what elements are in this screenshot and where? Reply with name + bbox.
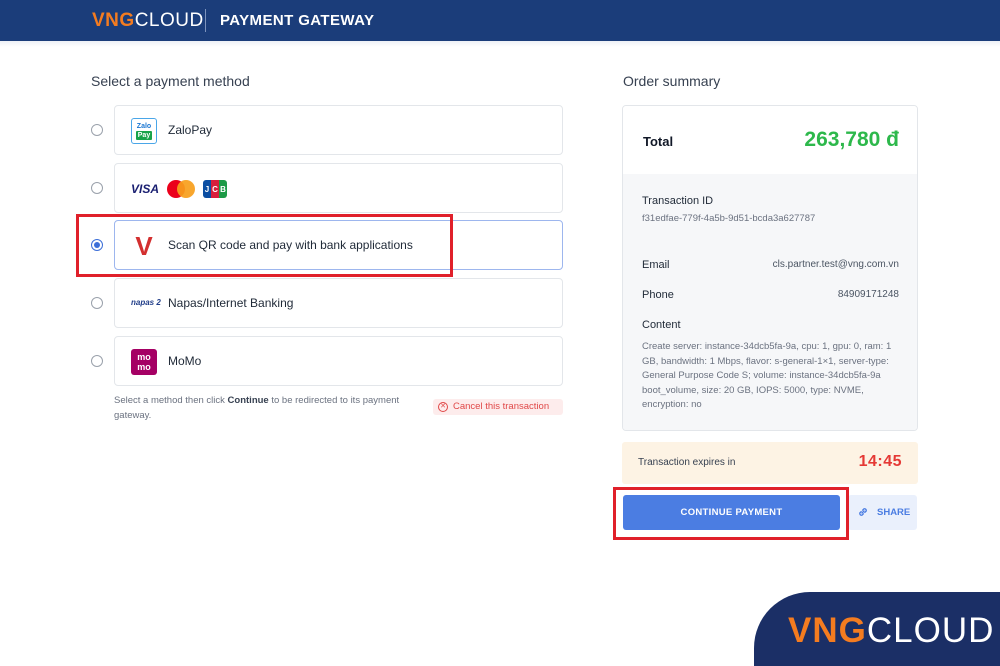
share-button[interactable]: SHARE: [848, 495, 917, 530]
vng-cloud-watermark: VNGCLOUD: [754, 592, 1000, 666]
payment-method-zalopay[interactable]: Zalo Pay ZaloPay: [114, 105, 563, 155]
jcb-logo-icon: J C B: [203, 180, 228, 198]
annotation-box-qr-method: [76, 214, 453, 277]
expiry-countdown: 14:45: [858, 453, 902, 470]
header-shadow: [0, 41, 1000, 47]
total-row: Total 263,780 đ: [623, 106, 917, 174]
expiry-label: Transaction expires in: [638, 457, 736, 468]
payment-method-cards[interactable]: VISA J C B: [114, 163, 563, 213]
total-value: 263,780 đ: [804, 128, 899, 151]
email-label: Email: [642, 259, 670, 271]
phone-value: 84909171248: [837, 289, 899, 300]
momo-logo-icon: mo mo: [131, 349, 157, 375]
email-value: cls.partner.test@vng.com.vn: [772, 259, 899, 270]
method-label: Napas/Internet Banking: [168, 296, 294, 310]
method-label: ZaloPay: [168, 123, 213, 137]
link-icon: [859, 508, 867, 516]
content-value: Create server: instance-34dcb5fa-9a, cpu…: [642, 341, 892, 410]
cancel-transaction-button[interactable]: ✕ Cancel this transaction: [433, 399, 563, 415]
mastercard-logo-icon: [167, 180, 196, 198]
radio-cards[interactable]: [91, 182, 103, 194]
total-label: Total: [643, 134, 674, 149]
payment-method-momo[interactable]: mo mo MoMo: [114, 336, 563, 386]
payment-method-napas[interactable]: napas 2 Napas/Internet Banking: [114, 278, 563, 328]
zalopay-logo-icon: Zalo Pay: [131, 118, 157, 144]
order-summary-title: Order summary: [623, 73, 721, 89]
methods-section-title: Select a payment method: [91, 73, 250, 89]
radio-zalopay[interactable]: [91, 124, 103, 136]
visa-logo-icon: VISA: [131, 182, 160, 196]
annotation-box-continue: [613, 487, 849, 540]
top-header: VNGCLOUD PAYMENT GATEWAY: [0, 0, 1000, 41]
expiry-banner: Transaction expires in 14:45: [622, 442, 918, 484]
napas-logo-icon: napas 2: [131, 298, 161, 307]
header-divider: [205, 9, 206, 32]
method-label: MoMo: [168, 354, 202, 368]
cancel-circle-icon: ✕: [438, 402, 448, 412]
phone-label: Phone: [642, 289, 674, 301]
content-label: Content: [642, 319, 681, 331]
radio-momo[interactable]: [91, 355, 103, 367]
header-title: PAYMENT GATEWAY: [220, 12, 375, 29]
transaction-id-value: f31edfae-779f-4a5b-9d51-bcda3a627787: [642, 213, 816, 224]
order-summary-card: Total 263,780 đ Transaction ID f31edfae-…: [622, 105, 918, 431]
method-hint: Select a method then click Continue to b…: [114, 395, 400, 421]
transaction-id-label: Transaction ID: [642, 195, 714, 207]
card-brands-icon: VISA J C B: [131, 180, 228, 198]
vng-cloud-logo[interactable]: VNGCLOUD: [92, 10, 204, 32]
radio-napas[interactable]: [91, 297, 103, 309]
